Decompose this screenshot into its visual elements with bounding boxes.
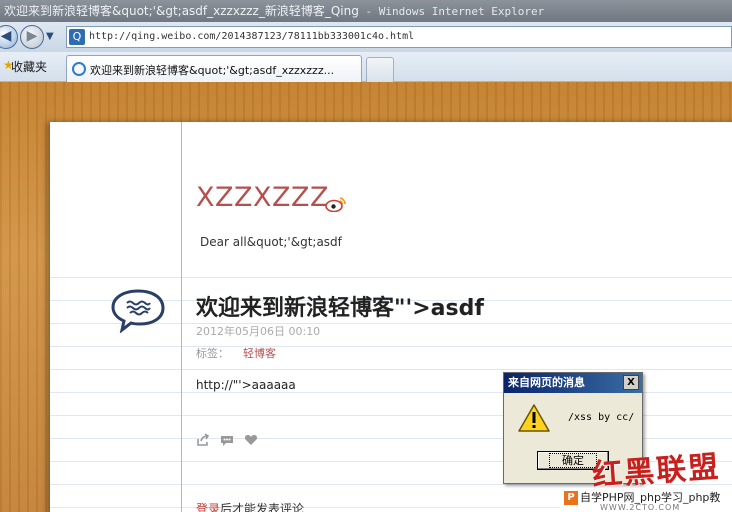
tag-link[interactable]: 轻博客	[243, 347, 276, 360]
paper-margin-line	[181, 122, 182, 512]
forward-button[interactable]: ▶	[20, 25, 44, 49]
browser-tab-active[interactable]: 欢迎来到新浪轻博客&quot;'&gt;asdf_xzzxzzz...	[66, 55, 362, 82]
window-titlebar: 欢迎来到新浪轻博客&quot;'&gt;asdf_xzzxzzz_新浪轻博客_Q…	[0, 0, 732, 22]
watermark-url: WWW.2CTO.COM	[600, 503, 681, 512]
login-prompt: 登录后才能发表评论	[196, 500, 304, 512]
heart-icon[interactable]	[244, 433, 258, 447]
warning-icon	[518, 404, 550, 432]
window-title: 欢迎来到新浪轻博客&quot;'&gt;asdf_xzzxzzz_新浪轻博客_Q…	[4, 4, 359, 18]
dialog-title: 来自网页的消息 X	[504, 373, 642, 393]
watermark-brand: 红黑联盟	[591, 449, 722, 494]
post-title[interactable]: 欢迎来到新浪轻博客"'>asdf	[196, 290, 484, 322]
login-link[interactable]: 登录	[196, 502, 220, 512]
post-body: http://"'>aaaaaa	[196, 378, 296, 392]
history-dropdown-icon[interactable]: ▼	[46, 31, 54, 42]
favorites-button[interactable]: 收藏夹	[11, 58, 47, 75]
favorites-bar: ★ 收藏夹 欢迎来到新浪轻博客&quot;'&gt;asdf_xzzxzzz..…	[0, 52, 732, 82]
blog-description: Dear all&quot;'&gt;asdf	[200, 235, 342, 249]
comment-icon[interactable]	[220, 433, 234, 447]
navigation-bar: ◀ ▶ ▼ Q http://qing.weibo.com/2014387123…	[0, 22, 732, 52]
address-bar[interactable]: Q http://qing.weibo.com/2014387123/78111…	[66, 26, 732, 48]
weibo-icon	[325, 197, 346, 212]
login-prompt-text: 后才能发表评论	[220, 502, 305, 512]
window-app-name: - Windows Internet Explorer	[358, 5, 545, 18]
post-date: 2012年05月06日 00:10	[196, 325, 321, 338]
url-text[interactable]: http://qing.weibo.com/2014387123/78111bb…	[89, 27, 414, 47]
back-button[interactable]: ◀	[0, 25, 18, 49]
blog-title[interactable]: XZZXZZZ	[196, 182, 329, 213]
dialog-close-button[interactable]: X	[623, 375, 639, 390]
share-icon[interactable]	[196, 433, 210, 447]
dialog-message: /xss by cc/	[568, 412, 635, 423]
new-tab-button[interactable]	[366, 57, 394, 82]
tab-label: 欢迎来到新浪轻博客&quot;'&gt;asdf_xzzxzzz...	[90, 64, 335, 77]
post-tags: 标签： 轻博客	[196, 345, 276, 361]
text-post-icon	[111, 289, 165, 333]
ie-page-icon	[72, 62, 86, 76]
tags-label: 标签：	[196, 347, 229, 360]
php-site-logo-icon: P	[564, 491, 578, 505]
site-favicon-icon: Q	[69, 29, 85, 45]
